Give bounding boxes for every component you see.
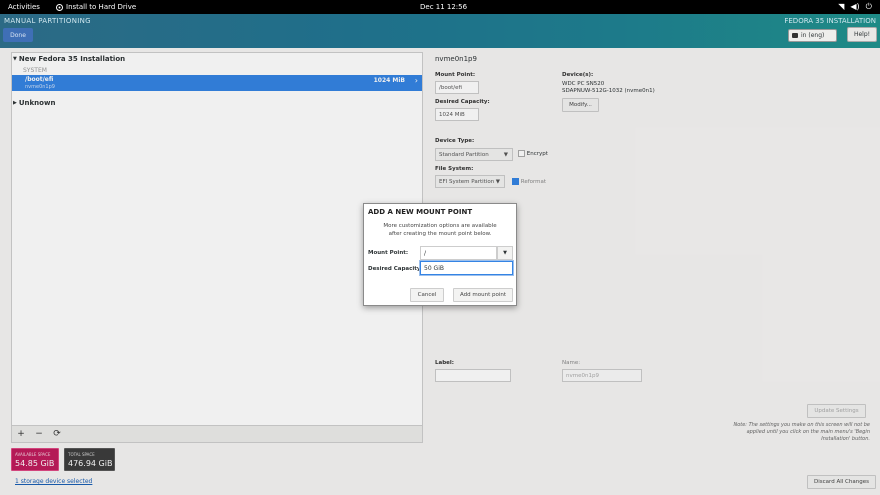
keyboard-icon (792, 33, 798, 38)
product-title: FEDORA 35 INSTALLATION (784, 17, 876, 25)
system-tray[interactable]: ◥ ◀) ⏻ (838, 2, 872, 12)
dropdown-arrow-icon: ▼ (503, 250, 507, 256)
dialog-description-line: More customization options are available (383, 223, 497, 229)
volume-icon: ◀) (850, 2, 860, 11)
keyboard-layout-indicator[interactable]: in (eng) (788, 29, 837, 42)
dialog-mount-point-value: / (424, 249, 427, 257)
installer-icon (56, 3, 63, 11)
dialog-title: ADD A NEW MOUNT POINT (368, 208, 473, 216)
spoke-header: MANUAL PARTITIONING Done FEDORA 35 INSTA… (0, 14, 880, 48)
dialog-description: More customization options are available… (364, 222, 516, 238)
app-menu[interactable]: Install to Hard Drive (56, 3, 136, 11)
dialog-mount-point-input[interactable]: / (420, 246, 497, 260)
cancel-button[interactable]: Cancel (410, 288, 444, 302)
app-name: Install to Hard Drive (66, 3, 137, 11)
clock[interactable]: Dec 11 12:56 (420, 3, 467, 11)
add-mount-point-button[interactable]: Add mount point (453, 288, 513, 302)
dialog-capacity-value: 50 GiB (424, 264, 444, 272)
system-top-bar: Activities Install to Hard Drive Dec 11 … (0, 0, 880, 14)
activities-button[interactable]: Activities (8, 3, 40, 11)
dialog-capacity-input[interactable]: 50 GiB (420, 261, 513, 275)
dialog-description-line: after creating the mount point below. (388, 231, 492, 237)
power-icon: ⏻ (865, 2, 872, 11)
dialog-capacity-label: Desired Capacity: (368, 266, 423, 272)
done-button[interactable]: Done (3, 28, 33, 42)
add-mount-point-dialog: ADD A NEW MOUNT POINT More customization… (363, 203, 517, 306)
mount-point-dropdown-button[interactable]: ▼ (497, 246, 513, 260)
wifi-icon: ◥ (838, 2, 845, 11)
dialog-mount-point-label: Mount Point: (368, 250, 409, 256)
page-title: MANUAL PARTITIONING (4, 17, 91, 25)
help-button[interactable]: Help! (847, 27, 877, 42)
keyboard-layout-label: in (eng) (801, 32, 825, 39)
